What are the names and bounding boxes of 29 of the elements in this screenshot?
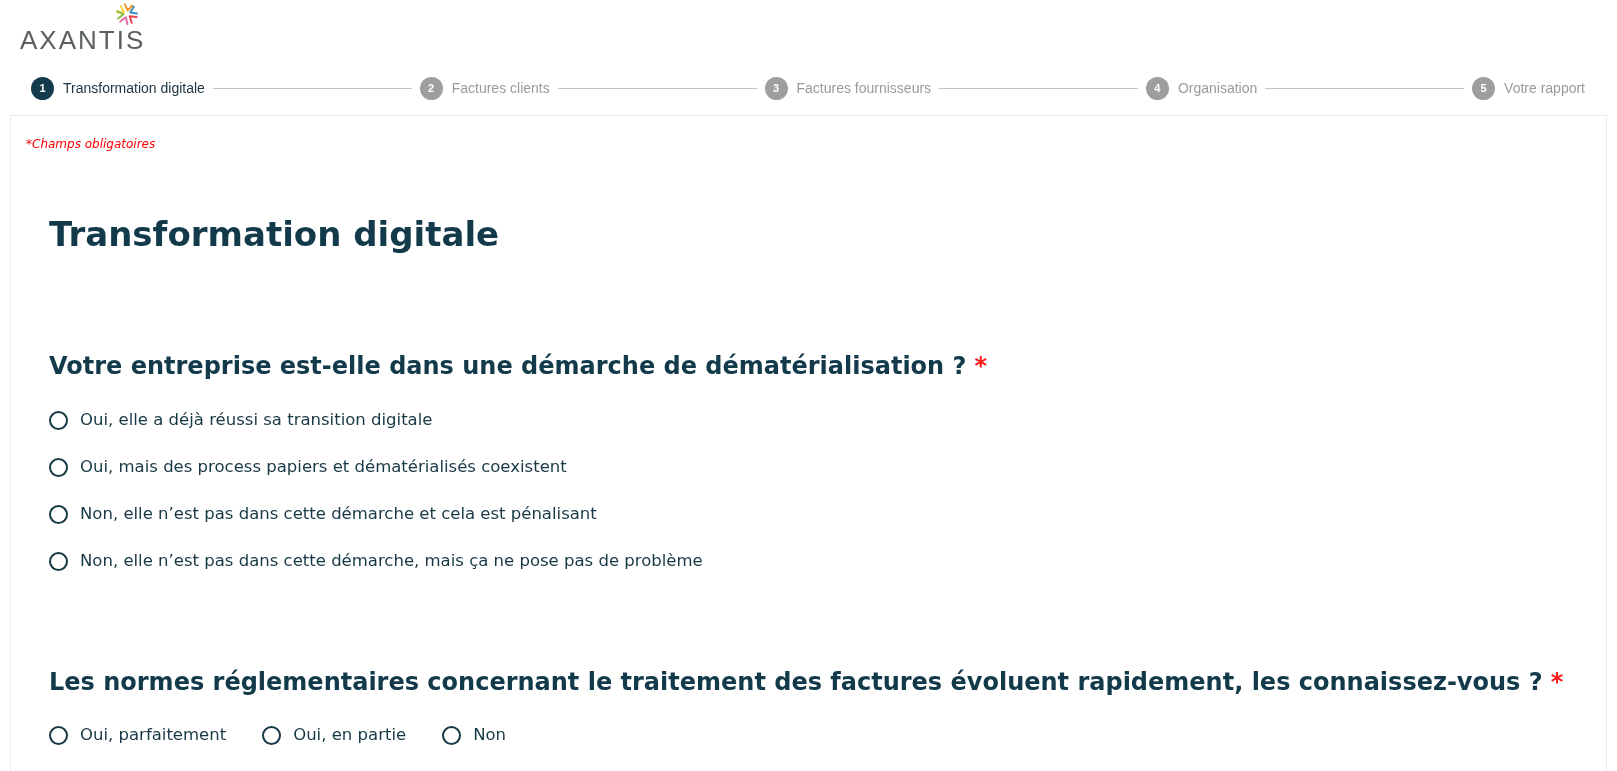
radio-button[interactable]: [262, 725, 282, 745]
step-label: Factures clients: [451, 79, 550, 98]
question-heading: Les normes réglementaires concernant le traitement des factures évoluent rapidement, les connaissez-vous ? *: [49, 668, 1564, 696]
radio-button[interactable]: [49, 504, 68, 524]
step-label: Factures fournisseurs: [796, 79, 932, 98]
step-number: 3: [764, 77, 788, 100]
option-label: Oui, en partie: [293, 723, 407, 746]
option-label: Non, elle n’est pas dans cette démarche et cela est pénalisant: [80, 502, 597, 525]
logo-wordmark: AXANTIS: [20, 27, 146, 53]
option-label: Oui, elle a déjà réussi sa transition digitale: [80, 408, 433, 431]
radio-button[interactable]: [49, 551, 68, 571]
step-label: Votre rapport: [1504, 79, 1585, 98]
radio-button[interactable]: [49, 725, 68, 745]
question-heading: Votre entreprise est-elle dans une démarche de dématérialisation ? *: [49, 352, 988, 380]
step-number: 5: [1472, 77, 1496, 100]
step-label: Organisation: [1177, 79, 1258, 98]
option-label: Non, elle n’est pas dans cette démarche, mais ça ne pose pas de problème: [80, 549, 703, 572]
step-number: 2: [419, 77, 443, 100]
option-label: Oui, mais des process papiers et dématérialisés coexistent: [80, 455, 567, 478]
radio-button[interactable]: [442, 725, 462, 745]
option-label: Non: [473, 723, 507, 746]
option-label: Oui, parfaitement: [80, 723, 227, 746]
radio-button[interactable]: [49, 410, 68, 430]
step-number: 1: [31, 77, 54, 100]
section-title: Transformation digitale: [49, 214, 500, 254]
radio-button[interactable]: [49, 457, 68, 477]
step-label: Transformation digitale: [63, 79, 205, 98]
required-fields-note: *Champs obligatoires: [26, 136, 156, 152]
step-number: 4: [1145, 77, 1169, 100]
